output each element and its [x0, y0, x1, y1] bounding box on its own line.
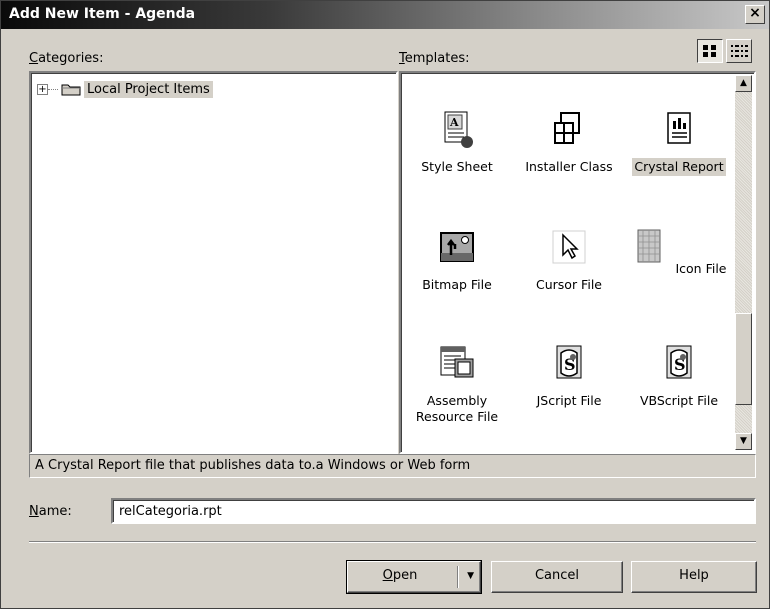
- assembly-resource-file-icon: [440, 346, 474, 378]
- list-view-icon: [731, 45, 748, 57]
- template-crystal-report[interactable]: Crystal Report: [623, 109, 735, 176]
- template-label: Crystal Report: [632, 158, 726, 176]
- template-jscript-file[interactable]: S JScript File: [513, 343, 625, 410]
- cursor-file-icon: [552, 230, 586, 264]
- small-icons-view-button[interactable]: [726, 39, 752, 63]
- template-style-sheet[interactable]: A Style Sheet: [401, 109, 513, 176]
- vbscript-file-icon: S: [666, 345, 692, 379]
- expand-icon[interactable]: +: [37, 83, 48, 95]
- name-input[interactable]: [111, 498, 756, 524]
- title-bar: Add New Item - Agenda ×: [1, 1, 769, 29]
- large-icons-icon: [703, 45, 716, 57]
- help-button[interactable]: Help: [631, 561, 757, 593]
- scroll-up-button[interactable]: ▲: [735, 75, 752, 92]
- name-label: Name:: [29, 504, 72, 519]
- cancel-button[interactable]: Cancel: [491, 561, 623, 593]
- template-label: Icon File: [675, 261, 727, 276]
- template-label: Bitmap File: [422, 277, 492, 292]
- template-description: A Crystal Report file that publishes dat…: [29, 454, 756, 478]
- template-bitmap-file[interactable]: Bitmap File: [401, 227, 513, 294]
- tree-item-local-project-items[interactable]: + Local Project Items: [37, 79, 213, 99]
- templates-list[interactable]: A Style Sheet Installer Class Crystal Re…: [399, 71, 756, 454]
- bitmap-file-icon: [440, 232, 474, 262]
- style-sheet-icon: A: [444, 111, 473, 148]
- window-title: Add New Item - Agenda: [9, 6, 196, 22]
- template-label: Cursor File: [536, 277, 602, 292]
- scroll-thumb[interactable]: [735, 313, 752, 405]
- template-label: VBScript File: [639, 393, 719, 408]
- arrow-up-icon: ▲: [740, 78, 747, 88]
- folder-icon: [61, 84, 81, 96]
- template-label: Installer Class: [525, 159, 613, 174]
- jscript-file-icon: S: [556, 345, 582, 379]
- template-installer-class[interactable]: Installer Class: [513, 109, 625, 176]
- template-label: Style Sheet: [421, 159, 493, 174]
- icon-file-icon: [637, 229, 661, 263]
- large-icons-view-button[interactable]: [697, 39, 723, 63]
- template-icon-file[interactable]: Icon File: [623, 227, 735, 278]
- add-new-item-dialog: Add New Item - Agenda × Categories: + Lo…: [0, 0, 770, 609]
- installer-class-icon: [554, 112, 580, 144]
- categories-label: Categories:: [29, 51, 104, 66]
- open-dropdown-arrow-icon[interactable]: ▼: [467, 562, 474, 590]
- tree-connector: [48, 88, 58, 90]
- template-cursor-file[interactable]: Cursor File: [513, 227, 625, 294]
- open-button-label: Open: [382, 568, 418, 583]
- tree-item-label: Local Project Items: [84, 80, 213, 98]
- close-icon: ×: [749, 5, 761, 21]
- arrow-down-icon: ▼: [740, 436, 747, 446]
- close-button[interactable]: ×: [745, 5, 765, 24]
- crystal-report-icon: [667, 112, 691, 144]
- open-button[interactable]: Open ▼: [346, 560, 482, 594]
- separator: [29, 541, 756, 543]
- scroll-down-button[interactable]: ▼: [735, 433, 752, 450]
- categories-tree[interactable]: + Local Project Items: [29, 71, 398, 454]
- open-split-divider: [457, 566, 458, 588]
- template-label: Assembly Resource File: [415, 393, 499, 424]
- template-vbscript-file[interactable]: S VBScript File: [623, 343, 735, 410]
- templates-label: Templates:: [399, 51, 470, 66]
- template-assembly-resource-file[interactable]: Assembly Resource File: [401, 343, 513, 426]
- templates-scrollbar[interactable]: ▲ ▼: [735, 75, 752, 450]
- svg-text:A: A: [449, 116, 459, 129]
- template-label: JScript File: [536, 393, 602, 408]
